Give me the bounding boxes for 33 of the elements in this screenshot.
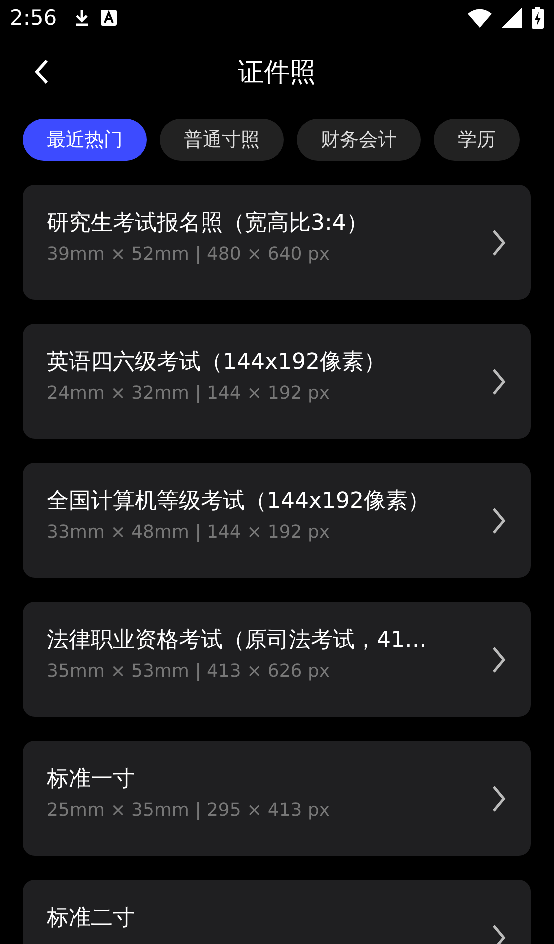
size-title: 英语四六级考试（144x192像素） <box>47 351 388 376</box>
size-title: 研究生考试报名照（宽高比3:4） <box>47 212 370 236</box>
size-title: 全国计算机等级考试（144x192像素） <box>47 490 432 514</box>
photo-size-card[interactable]: 全国计算机等级考试（144x192像素） 33mm × 48mm | 144 × 192 px <box>23 463 531 578</box>
chevron-right-icon <box>491 228 507 258</box>
wifi-icon <box>468 8 492 28</box>
chevron-right-icon <box>491 922 507 944</box>
app-notification-icon <box>101 10 118 26</box>
page-title: 证件照 <box>238 56 316 90</box>
chevron-right-icon <box>491 644 507 674</box>
size-title: 法律职业资格考试（原司法考试，41… <box>47 629 428 654</box>
chevron-right-icon <box>491 506 507 536</box>
size-title: 标准二寸 <box>47 907 136 932</box>
status-time: 2:56 <box>10 6 58 30</box>
photo-size-card[interactable]: 英语四六级考试（144x192像素） 24mm × 32mm | 144 × 192 px <box>23 324 531 439</box>
photo-size-card[interactable]: 研究生考试报名照（宽高比3:4） 39mm × 52mm | 480 × 640 px <box>23 185 531 300</box>
size-dimensions: 33mm × 48mm | 144 × 192 px <box>47 522 332 544</box>
size-dimensions: 39mm × 52mm | 480 × 640 px <box>47 244 332 266</box>
chevron-right-icon <box>491 366 507 396</box>
signal-icon <box>502 8 522 28</box>
photo-size-card[interactable]: 标准二寸 <box>23 880 531 944</box>
photo-size-card[interactable]: 法律职业资格考试（原司法考试，41… 35mm × 53mm | 413 × 626 px <box>23 602 531 717</box>
size-title: 标准一寸 <box>47 768 136 792</box>
size-dimensions: 24mm × 32mm | 144 × 192 px <box>47 383 332 404</box>
category-tab[interactable]: 最近热门 <box>23 119 147 161</box>
category-tab[interactable]: 普通寸照 <box>160 119 284 161</box>
photo-size-card[interactable]: 标准一寸 25mm × 35mm | 295 × 413 px <box>23 741 531 856</box>
battery-icon <box>532 7 544 29</box>
chevron-right-icon <box>491 784 507 814</box>
category-tab[interactable]: 学历 <box>434 119 520 161</box>
size-dimensions: 25mm × 35mm | 295 × 413 px <box>47 800 332 822</box>
size-dimensions: 35mm × 53mm | 413 × 626 px <box>47 661 332 682</box>
category-tab[interactable]: 财务会计 <box>297 119 421 161</box>
